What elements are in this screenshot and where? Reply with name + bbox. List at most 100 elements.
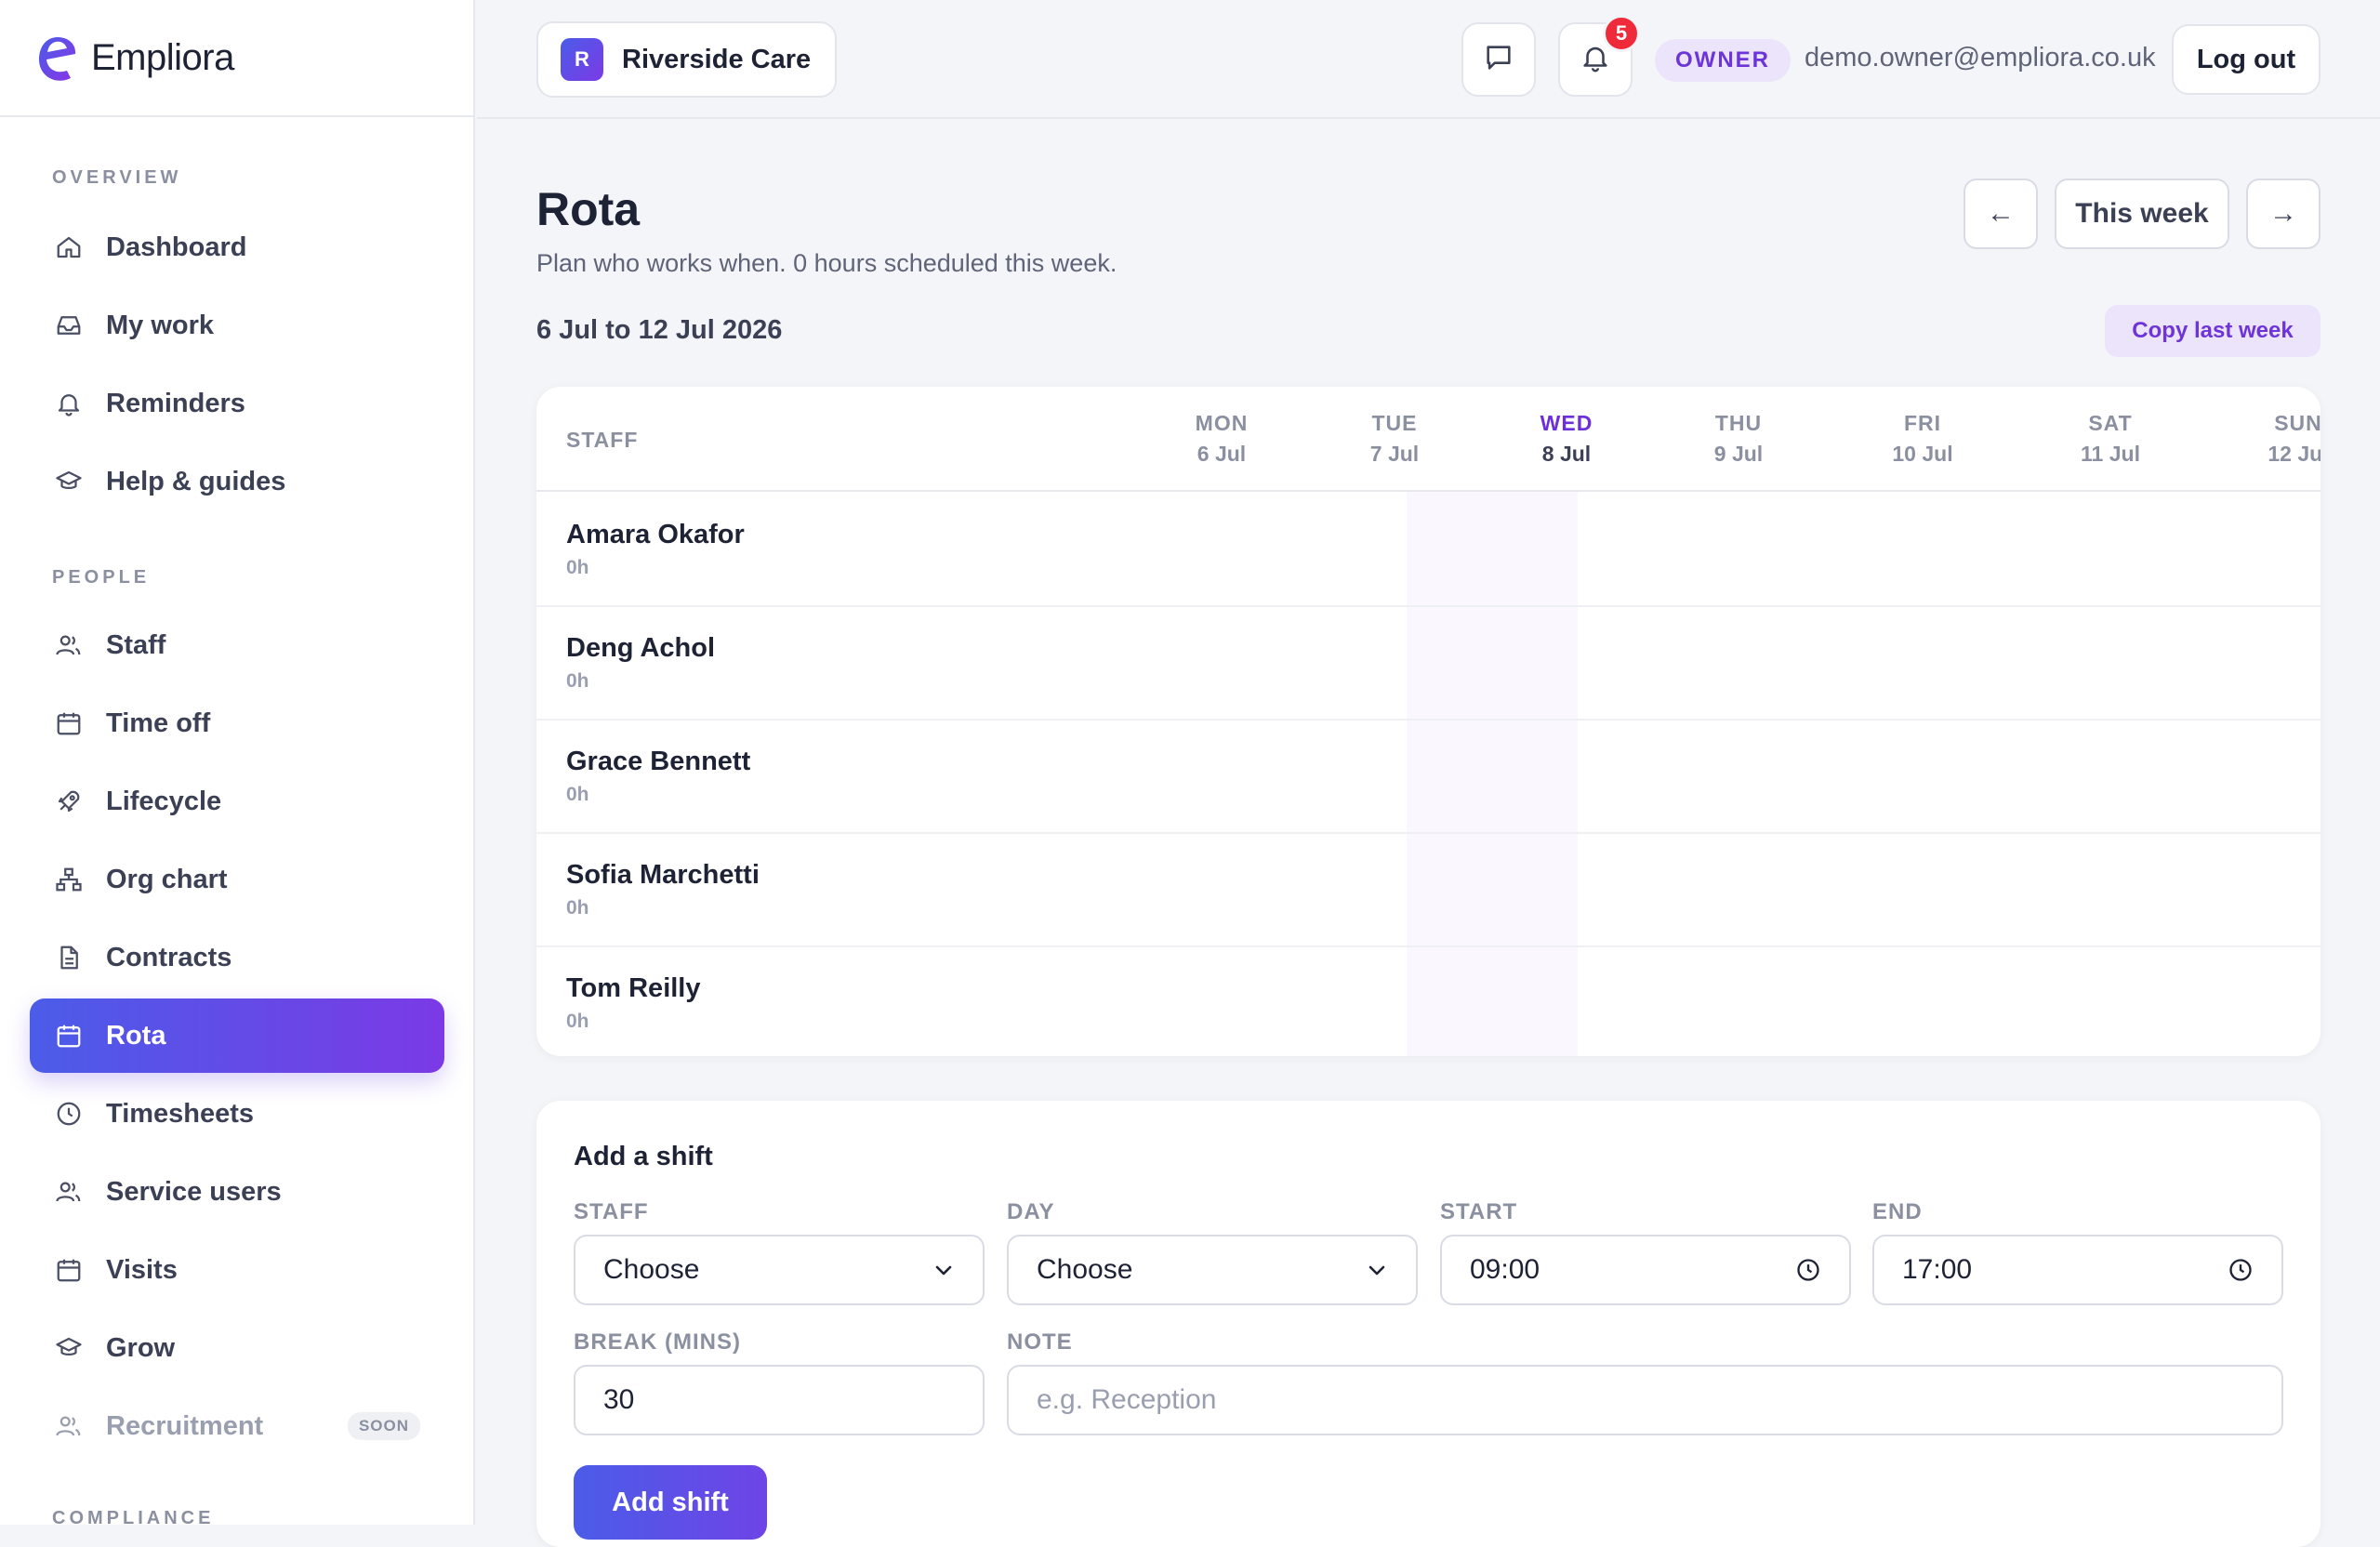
- nav-section-compliance: COMPLIANCE: [52, 1508, 215, 1528]
- organisation-switcher[interactable]: R Riverside Care: [536, 21, 838, 98]
- sidebar-item-label: Reminders: [106, 388, 245, 418]
- note-placeholder: e.g. Reception: [1037, 1384, 1217, 1415]
- sidebar-item-label: Org chart: [106, 864, 228, 894]
- empliora-logo-icon: [39, 37, 76, 81]
- column-header-staff: STAFF: [566, 428, 639, 452]
- clock-icon[interactable]: [2228, 1257, 2254, 1283]
- day-name: FRI: [1903, 411, 1942, 435]
- sidebar-item-my-work[interactable]: My work: [30, 288, 444, 363]
- day-date: 8 Jul: [1541, 442, 1592, 466]
- this-week-button[interactable]: This week: [2055, 178, 2229, 249]
- sidebar-item-service-users[interactable]: Service users: [30, 1155, 444, 1229]
- day-name: SUN: [2274, 411, 2320, 435]
- table-row[interactable]: Amara Okafor 0h: [536, 494, 2320, 607]
- day-date: 10 Jul: [1892, 442, 1953, 466]
- users-icon: [52, 1409, 86, 1443]
- add-shift-title: Add a shift: [574, 1142, 713, 1171]
- sidebar-item-label: Service users: [106, 1176, 282, 1207]
- note-input[interactable]: e.g. Reception: [1007, 1365, 2283, 1435]
- end-time-input[interactable]: 17:00: [1872, 1235, 2283, 1305]
- document-icon: [52, 941, 86, 974]
- day-name: SAT: [2088, 411, 2133, 435]
- previous-week-button[interactable]: ←: [1964, 178, 2038, 249]
- table-row[interactable]: Tom Reilly 0h: [536, 947, 2320, 1056]
- column-header-day: TUE 7 Jul: [1320, 411, 1469, 467]
- graduation-cap-icon: [52, 1331, 86, 1365]
- note-field-label: NOTE: [1007, 1329, 1073, 1355]
- home-icon: [52, 231, 86, 264]
- sidebar-item-dashboard[interactable]: Dashboard: [30, 210, 444, 284]
- staff-name: Sofia Marchetti: [566, 860, 760, 890]
- sidebar-item-org-chart[interactable]: Org chart: [30, 842, 444, 917]
- sidebar-item-label: Grow: [106, 1332, 176, 1363]
- sidebar-item-help-guides[interactable]: Help & guides: [30, 444, 444, 519]
- sidebar: Empliora OVERVIEW Dashboard My work Remi…: [0, 0, 475, 1528]
- day-name: WED: [1540, 411, 1593, 435]
- staff-select[interactable]: Choose: [574, 1235, 985, 1305]
- sidebar-item-label: Timesheets: [106, 1098, 255, 1129]
- table-row[interactable]: Deng Achol 0h: [536, 607, 2320, 721]
- rocket-icon: [52, 785, 86, 818]
- sidebar-item-label: Visits: [106, 1254, 178, 1285]
- table-row[interactable]: Sofia Marchetti 0h: [536, 834, 2320, 947]
- sidebar-item-label: Dashboard: [106, 231, 247, 262]
- sidebar-item-label: Lifecycle: [106, 786, 222, 816]
- staff-hours: 0h: [566, 784, 589, 805]
- column-header-day: THU 9 Jul: [1664, 411, 1813, 467]
- column-header-day: SUN 12 Jul: [2224, 411, 2320, 467]
- logout-button[interactable]: Log out: [2172, 24, 2320, 95]
- copy-last-week-button[interactable]: Copy last week: [2105, 305, 2320, 357]
- calendar-icon: [52, 1019, 86, 1052]
- calendar-icon: [52, 1253, 86, 1287]
- organisation-name: Riverside Care: [622, 44, 812, 74]
- sidebar-item-rota[interactable]: Rota: [30, 998, 444, 1073]
- calendar-icon: [52, 707, 86, 740]
- day-field-label: DAY: [1007, 1199, 1055, 1224]
- staff-hours: 0h: [566, 670, 589, 692]
- sidebar-item-reminders[interactable]: Reminders: [30, 366, 444, 441]
- sidebar-item-label: Time off: [106, 707, 211, 738]
- start-time-value: 09:00: [1470, 1254, 1540, 1285]
- day-name: MON: [1195, 411, 1249, 435]
- notification-count-badge: 5: [1603, 15, 1640, 52]
- organisation-avatar: R: [561, 38, 603, 81]
- sidebar-item-timesheets[interactable]: Timesheets: [30, 1077, 444, 1151]
- sidebar-item-lifecycle[interactable]: Lifecycle: [30, 764, 444, 839]
- add-shift-button[interactable]: Add shift: [574, 1465, 767, 1540]
- break-minutes-input[interactable]: 30: [574, 1365, 985, 1435]
- notifications-button[interactable]: 5: [1558, 15, 1640, 97]
- sidebar-item-visits[interactable]: Visits: [30, 1233, 444, 1307]
- staff-hours: 0h: [566, 897, 589, 919]
- users-icon: [52, 628, 86, 662]
- sidebar-item-grow[interactable]: Grow: [30, 1311, 444, 1385]
- staff-hours: 0h: [566, 557, 589, 578]
- clock-icon[interactable]: [1795, 1257, 1821, 1283]
- column-header-day: SAT 11 Jul: [2036, 411, 2185, 467]
- org-chart-icon: [52, 863, 86, 896]
- day-date: 11 Jul: [2081, 442, 2140, 466]
- column-header-day-today: WED 8 Jul: [1492, 411, 1641, 467]
- sidebar-item-staff[interactable]: Staff: [30, 608, 444, 682]
- start-field-label: START: [1440, 1199, 1518, 1224]
- sidebar-item-recruitment[interactable]: Recruitment SOON: [30, 1389, 444, 1463]
- staff-name: Grace Bennett: [566, 747, 751, 776]
- nav-section-overview: OVERVIEW: [52, 167, 182, 188]
- topbar: R Riverside Care 5 OWNER demo.owner@empl…: [477, 0, 2380, 119]
- chevron-down-icon: [1366, 1259, 1388, 1281]
- day-date: 7 Jul: [1369, 442, 1420, 466]
- sidebar-item-time-off[interactable]: Time off: [30, 686, 444, 760]
- next-week-button[interactable]: →: [2246, 178, 2320, 249]
- sidebar-item-label: Staff: [106, 629, 166, 660]
- sidebar-item-contracts[interactable]: Contracts: [30, 920, 444, 995]
- staff-name: Tom Reilly: [566, 973, 701, 1003]
- day-select[interactable]: Choose: [1007, 1235, 1418, 1305]
- chevron-down-icon: [932, 1259, 955, 1281]
- inbox-icon: [52, 309, 86, 342]
- brand[interactable]: Empliora: [0, 0, 473, 117]
- table-row[interactable]: Grace Bennett 0h: [536, 721, 2320, 834]
- clock-icon: [52, 1097, 86, 1130]
- day-name: TUE: [1371, 411, 1418, 435]
- messages-button[interactable]: [1461, 22, 1536, 97]
- sidebar-item-label: My work: [106, 310, 215, 340]
- start-time-input[interactable]: 09:00: [1440, 1235, 1851, 1305]
